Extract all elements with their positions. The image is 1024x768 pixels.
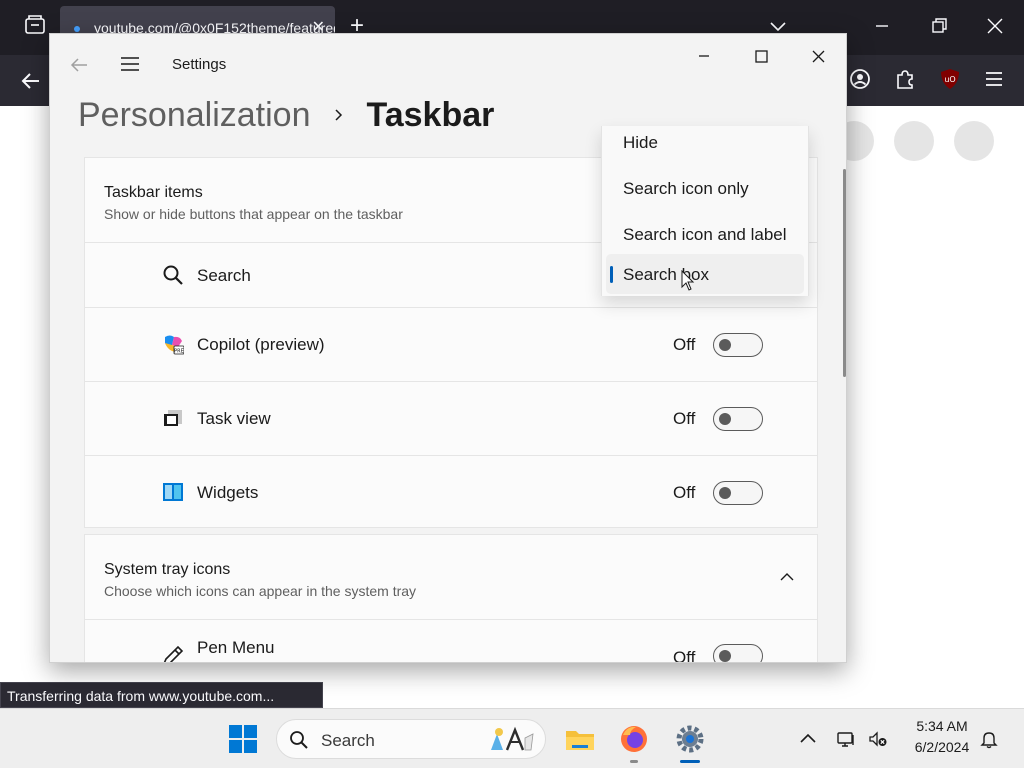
browser-back-icon[interactable] [18,68,44,94]
copilot-icon: PRE [165,335,184,355]
clock-time[interactable]: 5:34 AM [904,718,980,734]
browser-restore-icon[interactable] [927,14,951,38]
dropdown-option-search-box-label: Search box [623,265,709,284]
task-view-toggle[interactable] [713,407,763,431]
taskbar-items-title: Taskbar items [104,184,203,201]
page-placeholder-circle [954,121,994,161]
system-tray-header[interactable]: System tray icons Choose which icons can… [85,535,817,619]
svg-text:PRE: PRE [174,349,184,355]
settings-active-indicator [680,760,700,763]
hamburger-menu-icon[interactable] [120,54,140,74]
dropdown-option-search-box[interactable]: Search box [606,254,804,294]
search-icon [290,731,308,749]
dropdown-option-hide[interactable]: Hide [606,126,804,164]
toggle-knob [719,487,731,499]
widgets-icon [163,483,183,501]
toggle-knob [719,413,731,425]
list-all-tabs-icon[interactable] [24,14,46,36]
notifications-bell-icon[interactable] [979,729,999,749]
pen-icon [163,645,184,662]
breadcrumb: Personalization Taskbar [78,92,494,138]
network-icon[interactable] [836,729,856,749]
search-icon [163,265,183,285]
settings-minimize-icon[interactable] [684,40,724,74]
firefox-icon[interactable] [618,723,650,755]
widgets-toggle-state: Off [673,483,696,502]
settings-scrollbar[interactable] [843,169,846,377]
system-tray-subtitle: Choose which icons can appear in the sys… [104,583,417,599]
pen-menu-setting-label: Pen Menu [197,638,275,657]
browser-status-bar: Transferring data from www.youtube.com..… [0,682,323,708]
settings-maximize-icon[interactable] [741,40,781,74]
app-menu-icon[interactable] [982,67,1006,91]
selection-indicator [610,266,613,283]
toggle-knob [719,339,731,351]
chevron-up-icon[interactable] [779,569,795,585]
mouse-cursor-icon [681,270,695,291]
browser-close-icon[interactable] [983,14,1007,38]
copilot-setting-row: PRE Copilot (preview) Off [85,307,817,381]
breadcrumb-personalization[interactable]: Personalization [78,96,310,135]
extensions-icon[interactable] [893,67,917,91]
system-tray-section: System tray icons Choose which icons can… [84,534,818,663]
widgets-toggle[interactable] [713,481,763,505]
taskbar-items-subtitle: Show or hide buttons that appear on the … [104,206,403,222]
settings-window: Settings Personalization Taskbar Taskbar… [49,33,847,663]
windows-taskbar: Search 5:34 AM 6/2/2024 [0,708,1024,768]
search-highlight-icon [491,726,534,751]
pen-menu-toggle[interactable] [713,644,763,662]
breadcrumb-chevron-icon [335,109,343,121]
widgets-setting-row: Widgets Off [85,455,817,529]
firefox-running-indicator [630,760,638,763]
taskbar-search-placeholder: Search [321,731,375,750]
system-tray-title: System tray icons [104,561,231,578]
task-view-setting-label: Task view [197,409,271,428]
ublock-origin-icon[interactable]: uO [938,67,962,91]
dropdown-option-search-icon-only[interactable]: Search icon only [606,170,804,210]
account-icon[interactable] [848,67,872,91]
browser-minimize-icon[interactable] [870,14,894,38]
clock-date[interactable]: 6/2/2024 [904,739,980,755]
show-hidden-icons-chevron-icon[interactable] [798,729,818,749]
settings-close-icon[interactable] [798,40,838,74]
search-setting-label: Search [197,266,251,285]
settings-title-bar: Settings [50,34,846,94]
svg-text:uO: uO [944,75,955,84]
settings-window-title: Settings [172,56,227,73]
page-title: Taskbar [366,95,495,134]
start-button-icon[interactable] [227,723,259,755]
file-explorer-icon[interactable] [564,723,596,755]
settings-back-icon[interactable] [68,54,90,76]
pen-menu-setting-row: Pen Menu Off [85,619,817,663]
task-view-setting-row: Task view Off [85,381,817,455]
widgets-setting-label: Widgets [197,483,259,502]
toggle-knob [719,650,731,662]
volume-muted-icon[interactable] [868,729,888,749]
settings-gear-icon[interactable] [674,723,706,755]
tab-favicon-icon [74,26,80,32]
page-placeholder-circle [894,121,934,161]
dropdown-option-search-icon-and-label[interactable]: Search icon and label [606,216,804,256]
copilot-toggle-state: Off [673,335,696,354]
search-mode-dropdown: Hide Search icon only Search icon and la… [601,126,809,296]
copilot-toggle[interactable] [713,333,763,357]
taskbar-search-box[interactable]: Search [276,719,546,759]
task-view-toggle-state: Off [673,409,696,428]
task-view-icon [164,410,182,426]
pen-menu-toggle-state: Off [673,648,696,663]
copilot-setting-label: Copilot (preview) [197,335,325,354]
